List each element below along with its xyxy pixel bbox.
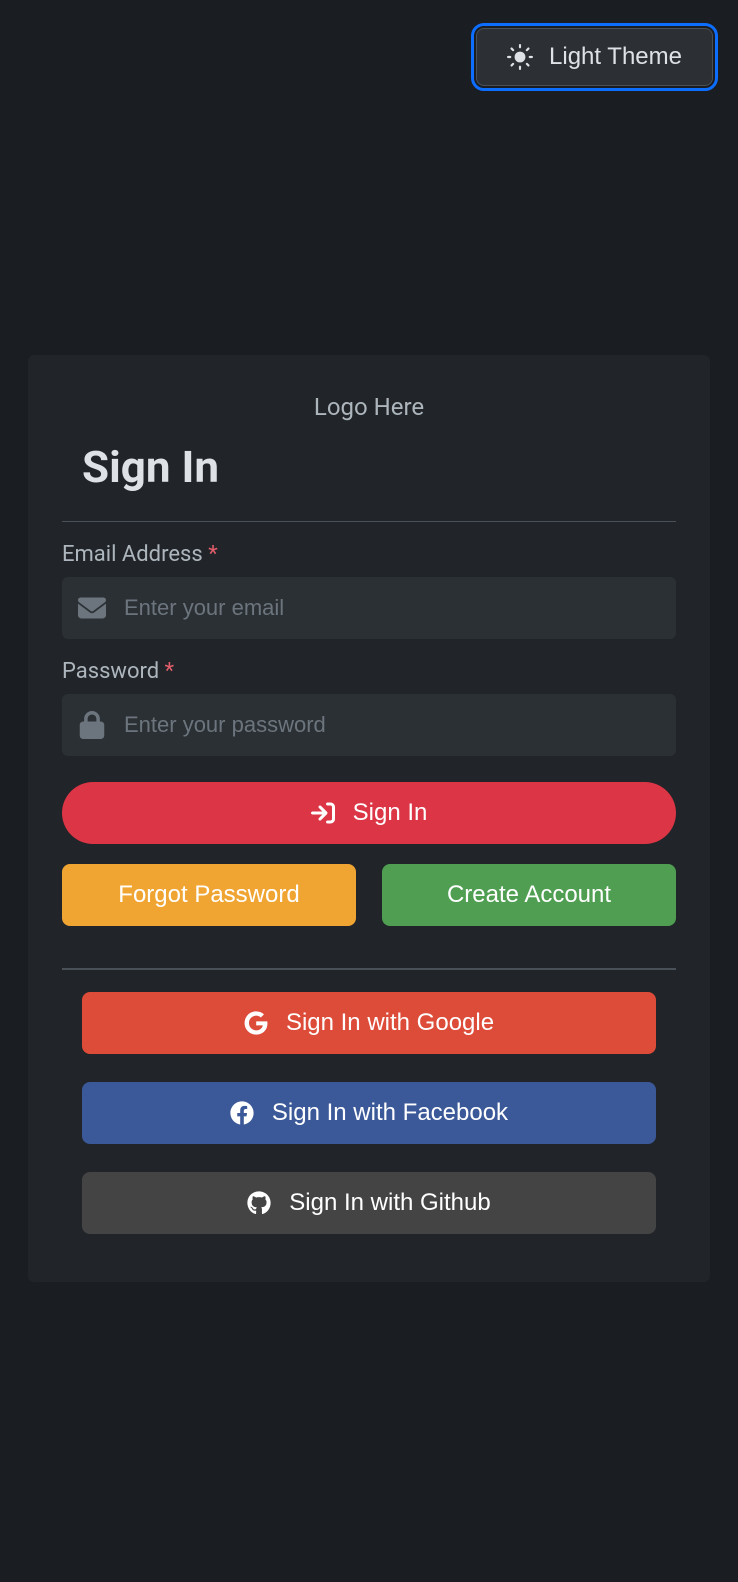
email-label-text: Email Address — [62, 542, 203, 567]
divider — [62, 521, 676, 522]
password-field[interactable] — [124, 712, 660, 738]
envelope-icon — [78, 594, 106, 622]
forgot-password-button[interactable]: Forgot Password — [62, 864, 356, 926]
create-account-label: Create Account — [447, 881, 611, 909]
signin-button-label: Sign In — [353, 799, 428, 827]
logo-placeholder: Logo Here — [28, 393, 710, 421]
password-group: Password * — [62, 659, 676, 756]
password-label: Password * — [62, 659, 676, 684]
github-icon — [247, 1191, 271, 1215]
signin-icon — [311, 801, 335, 825]
create-account-button[interactable]: Create Account — [382, 864, 676, 926]
lock-icon — [78, 711, 106, 739]
required-star: * — [208, 542, 217, 567]
facebook-icon — [230, 1101, 254, 1125]
email-field[interactable] — [124, 595, 660, 621]
email-group: Email Address * — [62, 542, 676, 639]
google-signin-label: Sign In with Google — [286, 1009, 494, 1037]
password-label-text: Password — [62, 659, 159, 684]
email-input-wrapper[interactable] — [62, 577, 676, 639]
github-signin-button[interactable]: Sign In with Github — [82, 1172, 656, 1234]
theme-toggle-label: Light Theme — [549, 43, 682, 71]
divider — [62, 968, 676, 970]
password-input-wrapper[interactable] — [62, 694, 676, 756]
sun-icon — [507, 44, 533, 70]
facebook-signin-label: Sign In with Facebook — [272, 1099, 508, 1127]
forgot-password-label: Forgot Password — [118, 881, 299, 909]
button-row: Forgot Password Create Account — [62, 864, 676, 926]
page-title: Sign In — [82, 441, 676, 493]
required-star: * — [165, 659, 174, 684]
email-label: Email Address * — [62, 542, 676, 567]
social-buttons: Sign In with Google Sign In with Faceboo… — [62, 992, 676, 1234]
signin-button[interactable]: Sign In — [62, 782, 676, 844]
page-container: Light Theme Logo Here Sign In Email Addr… — [0, 0, 738, 1582]
github-signin-label: Sign In with Github — [289, 1189, 490, 1217]
facebook-signin-button[interactable]: Sign In with Facebook — [82, 1082, 656, 1144]
google-icon — [244, 1011, 268, 1035]
signin-card: Logo Here Sign In Email Address * Pas — [28, 355, 710, 1282]
google-signin-button[interactable]: Sign In with Google — [82, 992, 656, 1054]
theme-toggle-button[interactable]: Light Theme — [476, 28, 713, 86]
